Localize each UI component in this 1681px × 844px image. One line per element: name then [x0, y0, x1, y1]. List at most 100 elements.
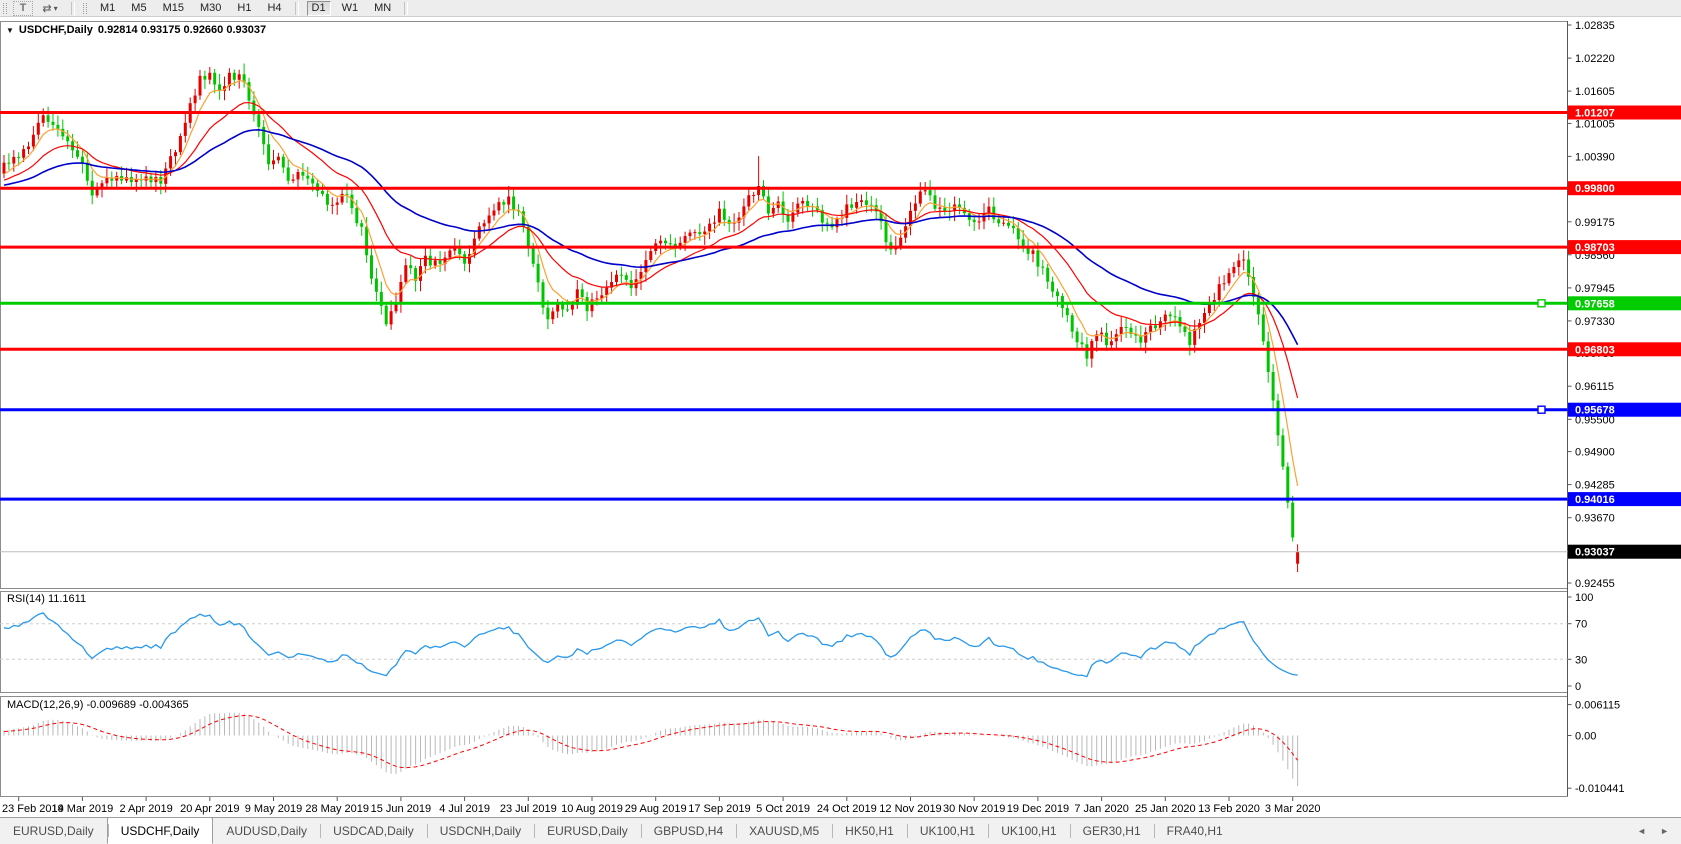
price-tick-label: 1.02220 — [1575, 53, 1615, 65]
toolbar-grip-icon — [83, 3, 87, 14]
macd-tick-label: 0.006115 — [1575, 700, 1620, 712]
date-tick-label: 5 Oct 2019 — [756, 803, 810, 815]
timeframe-button-M30[interactable]: M30 — [195, 1, 226, 16]
chart-tab-audusd-daily[interactable]: AUDUSD,Daily — [213, 818, 320, 844]
date-tick-label: 10 Aug 2019 — [561, 803, 623, 815]
date-tick-label: 3 Mar 2020 — [1265, 803, 1321, 815]
date-tick-label: 4 Jul 2019 — [439, 803, 490, 815]
price-tick-label: 0.97945 — [1575, 283, 1615, 295]
date-tick-label: 7 Jan 2020 — [1074, 803, 1128, 815]
date-tick-label: 15 Jun 2019 — [371, 803, 432, 815]
trading-terminal-window: T ⇄ ▾ M1 M5 M15 M30 H1 H4 D1 W1 MN ▼ USDCHF,Dail… — [0, 0, 1681, 844]
macd-tick-label: 0.00 — [1575, 731, 1596, 743]
timeframe-button-H4[interactable]: H4 — [262, 1, 286, 16]
date-tick-label: 24 Oct 2019 — [817, 803, 877, 815]
hline-price-label: 0.99800 — [1575, 183, 1615, 195]
ma-slow-line — [4, 130, 1298, 345]
price-tick-label: 0.96115 — [1575, 381, 1614, 393]
tab-label: HK50,H1 — [845, 824, 894, 838]
date-tick-label: 12 Nov 2019 — [879, 803, 941, 815]
timeframe-button-MN[interactable]: MN — [369, 1, 396, 16]
price-tick-label: 1.00390 — [1575, 151, 1615, 163]
date-tick-label: 29 Aug 2019 — [625, 803, 687, 815]
macd-indicator-label: MACD(12,26,9) -0.009689 -0.004365 — [7, 699, 189, 711]
price-tick-label: 0.99175 — [1575, 217, 1615, 229]
chart-tab-hk50-h1[interactable]: HK50,H1 — [832, 818, 907, 844]
chart-tab-fra40-h1[interactable]: FRA40,H1 — [1154, 818, 1236, 844]
macd-pane-border — [1, 697, 1568, 797]
price-axis[interactable]: 1.028351.022201.016051.010051.003900.991… — [1568, 20, 1681, 590]
price-tick-label: 0.97330 — [1575, 316, 1615, 328]
cursor-tool-button[interactable]: ⇄ ▾ — [35, 1, 65, 16]
date-tick-label: 9 May 2019 — [245, 803, 302, 815]
candlestick-series — [3, 64, 1300, 573]
macd-pane: 0.0061150.00-0.010441 — [4, 700, 1625, 796]
chart-tab-usdcad-daily[interactable]: USDCAD,Daily — [320, 818, 427, 844]
chart-tab-usdchf-daily[interactable]: USDCHF,Daily — [107, 817, 214, 844]
date-tick-label: 2 Apr 2019 — [119, 803, 172, 815]
chart-tab-uk100-h1[interactable]: UK100,H1 — [988, 818, 1069, 844]
timeframe-button-M1[interactable]: M1 — [95, 1, 120, 16]
timeframe-button-group: M1 M5 M15 M30 H1 H4 D1 W1 MN — [92, 1, 399, 16]
date-axis[interactable]: 23 Feb 201914 Mar 20192 Apr 201920 Apr 2… — [2, 797, 1321, 815]
line-handle-icon[interactable] — [1538, 300, 1545, 307]
chart-tab-eurusd-daily[interactable]: EURUSD,Daily — [534, 818, 641, 844]
chart-tab-uk100-h1[interactable]: UK100,H1 — [907, 818, 988, 844]
rsi-tick-label: 0 — [1575, 681, 1581, 693]
chart-tab-gbpusd-h4[interactable]: GBPUSD,H4 — [641, 818, 736, 844]
macd-signal-line — [4, 716, 1298, 768]
rsi-indicator-label: RSI(14) 11.1611 — [7, 593, 86, 605]
chart-tab-usdcnh-daily[interactable]: USDCNH,Daily — [427, 818, 534, 844]
date-tick-label: 28 May 2019 — [305, 803, 369, 815]
current-price-label: 0.93037 — [1575, 547, 1615, 559]
tab-scroll-left-icon[interactable]: ◄ — [1637, 826, 1646, 836]
chart-tab-ger30-h1[interactable]: GER30,H1 — [1070, 818, 1154, 844]
tab-label: EURUSD,Daily — [13, 824, 94, 838]
cursor-arrows-icon: ⇄ — [42, 2, 51, 15]
price-tick-label: 1.01605 — [1575, 86, 1615, 98]
line-handle-icon[interactable] — [1538, 406, 1545, 413]
toolbar-grip-icon — [3, 3, 7, 14]
chart-tab-xauusd-m5[interactable]: XAUUSD,M5 — [736, 818, 832, 844]
price-tick-label: 0.94285 — [1575, 480, 1615, 492]
chart-tab-eurusd-daily[interactable]: EURUSD,Daily — [0, 818, 107, 844]
rsi-tick-label: 70 — [1575, 619, 1587, 631]
chart-canvas[interactable]: 1.028351.022201.016051.010051.003900.991… — [0, 17, 1681, 817]
tab-label: GER30,H1 — [1083, 824, 1141, 838]
tab-label: XAUUSD,M5 — [749, 824, 819, 838]
toolbar-separator — [404, 2, 408, 15]
hline-price-label: 0.94016 — [1575, 494, 1615, 506]
timeframe-button-M5[interactable]: M5 — [126, 1, 151, 16]
horizontal-lines — [0, 113, 1568, 500]
text-tool-button[interactable]: T — [13, 1, 33, 16]
tab-scroll-arrows: ◄ ► — [1637, 818, 1681, 844]
text-tool-icon: T — [20, 2, 27, 14]
timeframe-button-M15[interactable]: M15 — [158, 1, 189, 16]
rsi-line — [4, 613, 1298, 677]
chart-ohlc-values: 0.92814 0.93175 0.92660 0.93037 — [98, 24, 266, 36]
hline-price-label: 0.95678 — [1575, 405, 1615, 417]
date-tick-label: 17 Sep 2019 — [688, 803, 750, 815]
tab-label: GBPUSD,H4 — [654, 824, 723, 838]
hline-price-label: 0.96803 — [1575, 344, 1615, 356]
timeframe-button-H1[interactable]: H1 — [232, 1, 256, 16]
tab-label: USDCAD,Daily — [333, 824, 414, 838]
dropdown-caret-icon: ▾ — [54, 4, 58, 13]
date-tick-label: 20 Apr 2019 — [180, 803, 239, 815]
date-tick-label: 30 Nov 2019 — [943, 803, 1005, 815]
price-tick-label: 0.93670 — [1575, 513, 1615, 525]
main-pane-border — [1, 22, 1568, 589]
date-tick-label: 13 Feb 2020 — [1198, 803, 1260, 815]
date-tick-label: 14 Mar 2019 — [52, 803, 114, 815]
tab-scroll-right-icon[interactable]: ► — [1660, 826, 1669, 836]
price-tick-label: 0.92455 — [1575, 578, 1615, 590]
timeframe-button-W1[interactable]: W1 — [337, 1, 364, 16]
date-tick-label: 19 Dec 2019 — [1007, 803, 1069, 815]
price-tick-label: 1.01005 — [1575, 118, 1615, 130]
rsi-tick-label: 100 — [1575, 592, 1593, 604]
chart-symbol-label: USDCHF,Daily — [19, 24, 93, 36]
rsi-tick-label: 30 — [1575, 654, 1587, 666]
toolbar-separator — [71, 2, 75, 15]
timeframe-button-D1[interactable]: D1 — [307, 1, 331, 16]
collapse-arrow-icon[interactable]: ▼ — [6, 26, 14, 35]
